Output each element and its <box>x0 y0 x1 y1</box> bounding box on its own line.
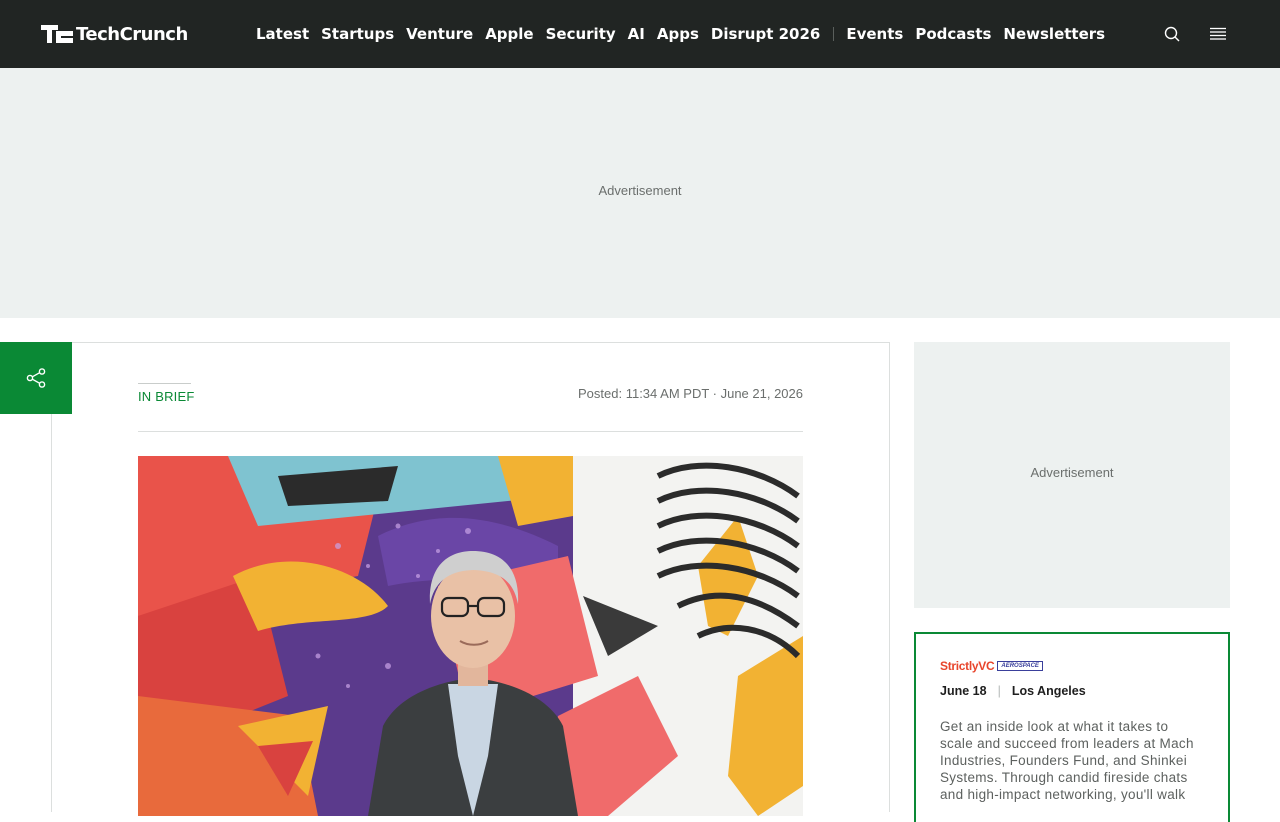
share-button[interactable] <box>0 342 72 414</box>
nav-divider <box>833 27 835 41</box>
ad-label: Advertisement <box>1030 465 1114 480</box>
nav-apps[interactable]: Apps <box>657 25 699 43</box>
article-kicker[interactable]: IN BRIEF <box>138 389 195 404</box>
event-promo-card[interactable]: StrictlyVC AEROSPACE June 18 | Los Angel… <box>914 632 1230 822</box>
nav-newsletters[interactable]: Newsletters <box>1003 25 1105 43</box>
nav-disrupt[interactable]: Disrupt 2026 <box>711 25 820 43</box>
nav-security[interactable]: Security <box>546 25 616 43</box>
tc-logo-icon <box>41 25 73 43</box>
search-icon[interactable] <box>1162 24 1182 44</box>
nav-ai[interactable]: AI <box>628 25 645 43</box>
share-icon <box>26 368 46 388</box>
hamburger-menu-icon[interactable] <box>1208 24 1228 44</box>
event-logo: StrictlyVC AEROSPACE <box>940 658 1204 674</box>
nav-latest[interactable]: Latest <box>256 25 309 43</box>
event-brand: StrictlyVC <box>940 659 995 673</box>
article-hero-image <box>138 456 803 816</box>
event-location: Los Angeles <box>1011 684 1086 698</box>
hero-illustration <box>138 456 803 816</box>
nav-events[interactable]: Events <box>846 25 903 43</box>
event-meta: June 18 | Los Angeles <box>940 684 1204 698</box>
nav-startups[interactable]: Startups <box>321 25 394 43</box>
ad-label: Advertisement <box>598 183 682 198</box>
event-description: Get an inside look at what it takes to s… <box>940 719 1194 802</box>
event-partner-logo: AEROSPACE <box>997 661 1043 671</box>
nav-venture[interactable]: Venture <box>406 25 473 43</box>
nav-apple[interactable]: Apple <box>485 25 533 43</box>
posted-timestamp: Posted: 11:34 AM PDT · June 21, 2026 <box>578 386 803 401</box>
event-date: June 18 <box>940 684 987 698</box>
event-meta-divider: | <box>997 684 1001 698</box>
meta-divider <box>138 431 803 432</box>
logo-text: TechCrunch <box>76 23 188 45</box>
techcrunch-logo[interactable]: TechCrunch <box>41 23 188 45</box>
sidebar-ad[interactable]: Advertisement <box>914 342 1230 608</box>
banner-ad[interactable]: Advertisement <box>0 68 1280 318</box>
kicker-rule <box>138 383 191 384</box>
nav-podcasts[interactable]: Podcasts <box>915 25 991 43</box>
main-nav: Latest Startups Venture Apple Security A… <box>256 0 1117 68</box>
site-header: TechCrunch Latest Startups Venture Apple… <box>0 0 1280 68</box>
